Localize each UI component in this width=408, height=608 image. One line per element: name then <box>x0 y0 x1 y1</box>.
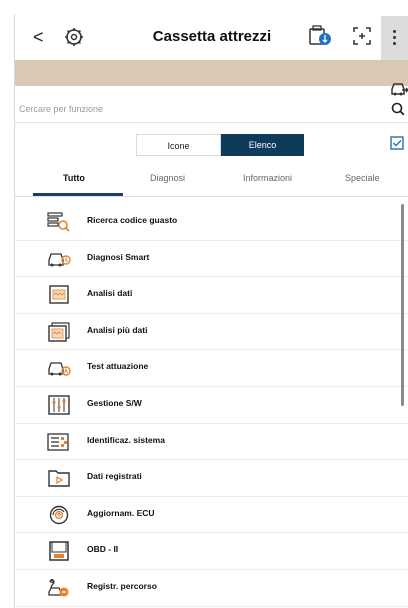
software-management-icon <box>48 395 70 415</box>
view-toggle: Icone Elenco <box>136 134 304 156</box>
function-list: Ricerca codice guasto Diagnosi Smart Ana… <box>15 204 408 607</box>
data-analysis-icon <box>49 285 69 304</box>
view-toggle-icons[interactable]: Icone <box>136 134 221 156</box>
header: < Cassetta attrezzi <box>15 14 408 60</box>
list-item-label: Test attuazione <box>87 361 149 372</box>
list-item-label: Identificaz. sistema <box>87 434 165 445</box>
list-item-label: Gestione S/W <box>87 397 142 408</box>
list-item-label: Aggiornam. ECU <box>87 507 155 518</box>
list-item-analisi-piu-dati[interactable]: Analisi più dati <box>15 314 408 351</box>
list-item-label: OBD - II <box>87 544 119 555</box>
active-tab-indicator <box>33 193 123 196</box>
tab-diagnosi[interactable]: Diagnosi <box>150 173 185 183</box>
list-item-label: Registr. percorso <box>87 580 157 591</box>
list-item-analisi-dati[interactable]: Analisi dati <box>15 277 408 314</box>
select-checkbox-icon[interactable] <box>390 136 404 150</box>
category-tabs: Tutto Diagnosi Informazioni Speciale <box>15 160 408 197</box>
app-frame: < Cassetta attrezzi Cercare per funzione… <box>14 14 408 608</box>
list-item-test-attuazione[interactable]: Test attuazione <box>15 350 408 387</box>
ecu-update-icon <box>49 505 69 524</box>
fault-code-search-icon <box>47 212 70 232</box>
list-item-ricerca-codice-guasto[interactable]: Ricerca codice guasto <box>15 204 408 241</box>
list-item-label: Diagnosi Smart <box>87 251 150 262</box>
list-item-label: Analisi più dati <box>87 324 148 335</box>
view-toggle-list[interactable]: Elenco <box>221 134 304 156</box>
tab-informazioni[interactable]: Informazioni <box>243 173 292 183</box>
list-item-obd-ii[interactable]: OBD - II <box>15 533 408 570</box>
usb-link-icon[interactable] <box>307 24 333 48</box>
list-item-gestione-sw[interactable]: Gestione S/W <box>15 387 408 424</box>
search-input[interactable] <box>19 100 349 118</box>
list-scrollbar[interactable] <box>401 204 404 406</box>
tab-speciale[interactable]: Speciale <box>345 173 380 183</box>
car-export-icon[interactable] <box>389 80 408 98</box>
list-item-aggiornam-ecu[interactable]: Aggiornam. ECU <box>15 497 408 534</box>
list-item-label: Analisi dati <box>87 288 133 299</box>
list-item-diagnosi-smart[interactable]: Diagnosi Smart <box>15 241 408 278</box>
more-menu-icon <box>393 30 396 33</box>
list-item-label: Ricerca codice guasto <box>87 215 178 225</box>
tab-tutto[interactable]: Tutto <box>63 173 85 183</box>
multi-data-analysis-icon <box>48 322 70 342</box>
screen-capture-icon[interactable] <box>351 25 373 47</box>
recorded-data-icon <box>48 470 70 487</box>
actuation-test-icon <box>48 362 71 377</box>
route-record-icon <box>48 578 69 597</box>
obd-icon <box>49 541 69 562</box>
more-menu-button[interactable] <box>381 16 408 60</box>
list-item-registr-percorso[interactable]: Registr. percorso <box>15 570 408 607</box>
search-row <box>15 98 408 123</box>
search-icon[interactable] <box>391 102 405 116</box>
page-title: Cassetta attrezzi <box>152 28 272 45</box>
smart-diagnosis-icon <box>48 252 71 267</box>
system-id-icon <box>47 432 69 451</box>
list-item-label: Dati registrati <box>87 471 142 482</box>
list-item-identificaz-sistema[interactable]: Identificaz. sistema <box>15 424 408 461</box>
info-band <box>15 60 408 86</box>
list-item-dati-registrati[interactable]: Dati registrati <box>15 460 408 497</box>
